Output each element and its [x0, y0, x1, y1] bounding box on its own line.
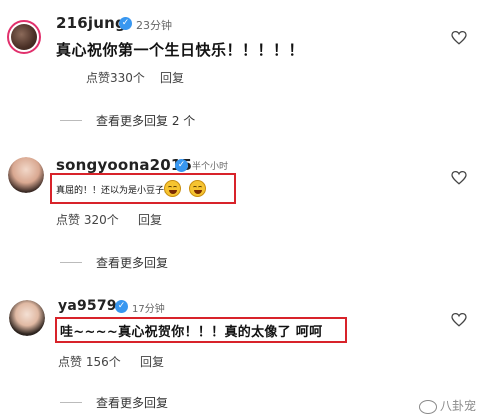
- weibo-icon: [418, 399, 437, 414]
- username[interactable]: ya9579: [58, 298, 117, 314]
- grinning-squint-emoji-icon: [189, 180, 206, 197]
- like-count[interactable]: 点赞 156个: [58, 353, 121, 370]
- comment-text: 哇~~~~真心祝贺你！！！真的太像了 呵呵: [60, 325, 323, 340]
- comment-1: 216jung ✓ 23分钟 真心祝你第一个生日快乐！！！！！ 点赞330个 回…: [0, 0, 486, 140]
- reply-button[interactable]: 回复: [140, 353, 164, 370]
- avatar-image: [11, 24, 37, 50]
- watermark-text: 八卦宠: [439, 399, 476, 413]
- comment-text: 真屈的！！还以为是小豆子呢: [56, 186, 174, 196]
- heart-icon[interactable]: [451, 313, 467, 327]
- view-more-replies[interactable]: 查看更多回复: [96, 394, 168, 411]
- comment-2: songyoona2015 ✓ 半个小时 真屈的！！还以为是小豆子呢 点赞 32…: [0, 140, 486, 280]
- heart-icon[interactable]: [451, 171, 467, 185]
- comment-text: 真心祝你第一个生日快乐！！！！！: [56, 41, 305, 59]
- verified-badge-icon: ✓: [175, 159, 188, 172]
- avatar[interactable]: [7, 20, 41, 54]
- avatar[interactable]: [8, 157, 44, 193]
- avatar-image: [9, 300, 45, 336]
- comment-3: ya9579 ✓ 17分钟 哇~~~~真心祝贺你！！！真的太像了 呵呵 点赞 1…: [0, 280, 486, 418]
- grinning-squint-emoji-icon: [164, 180, 181, 197]
- view-more-replies[interactable]: 查看更多回复: [96, 254, 168, 271]
- watermark: 八卦宠: [418, 397, 476, 414]
- username[interactable]: 216jung: [56, 14, 126, 32]
- view-more-replies[interactable]: 查看更多回复 2 个: [96, 112, 195, 129]
- like-count[interactable]: 点赞 320个: [56, 211, 119, 228]
- divider: [60, 402, 82, 403]
- avatar[interactable]: [9, 300, 45, 336]
- comment-time: 17分钟: [132, 304, 165, 315]
- verified-badge-icon: ✓: [119, 17, 132, 30]
- reply-button[interactable]: 回复: [138, 211, 162, 228]
- divider: [60, 120, 82, 121]
- verified-badge-icon: ✓: [115, 300, 128, 313]
- avatar-image: [8, 157, 44, 193]
- comment-time: 23分钟: [136, 19, 172, 32]
- like-count[interactable]: 点赞330个: [86, 69, 145, 86]
- reply-button[interactable]: 回复: [160, 69, 184, 86]
- username[interactable]: songyoona2015: [56, 156, 192, 174]
- comment-time: 半个小时: [192, 162, 229, 172]
- heart-icon[interactable]: [451, 31, 467, 45]
- divider: [60, 262, 82, 263]
